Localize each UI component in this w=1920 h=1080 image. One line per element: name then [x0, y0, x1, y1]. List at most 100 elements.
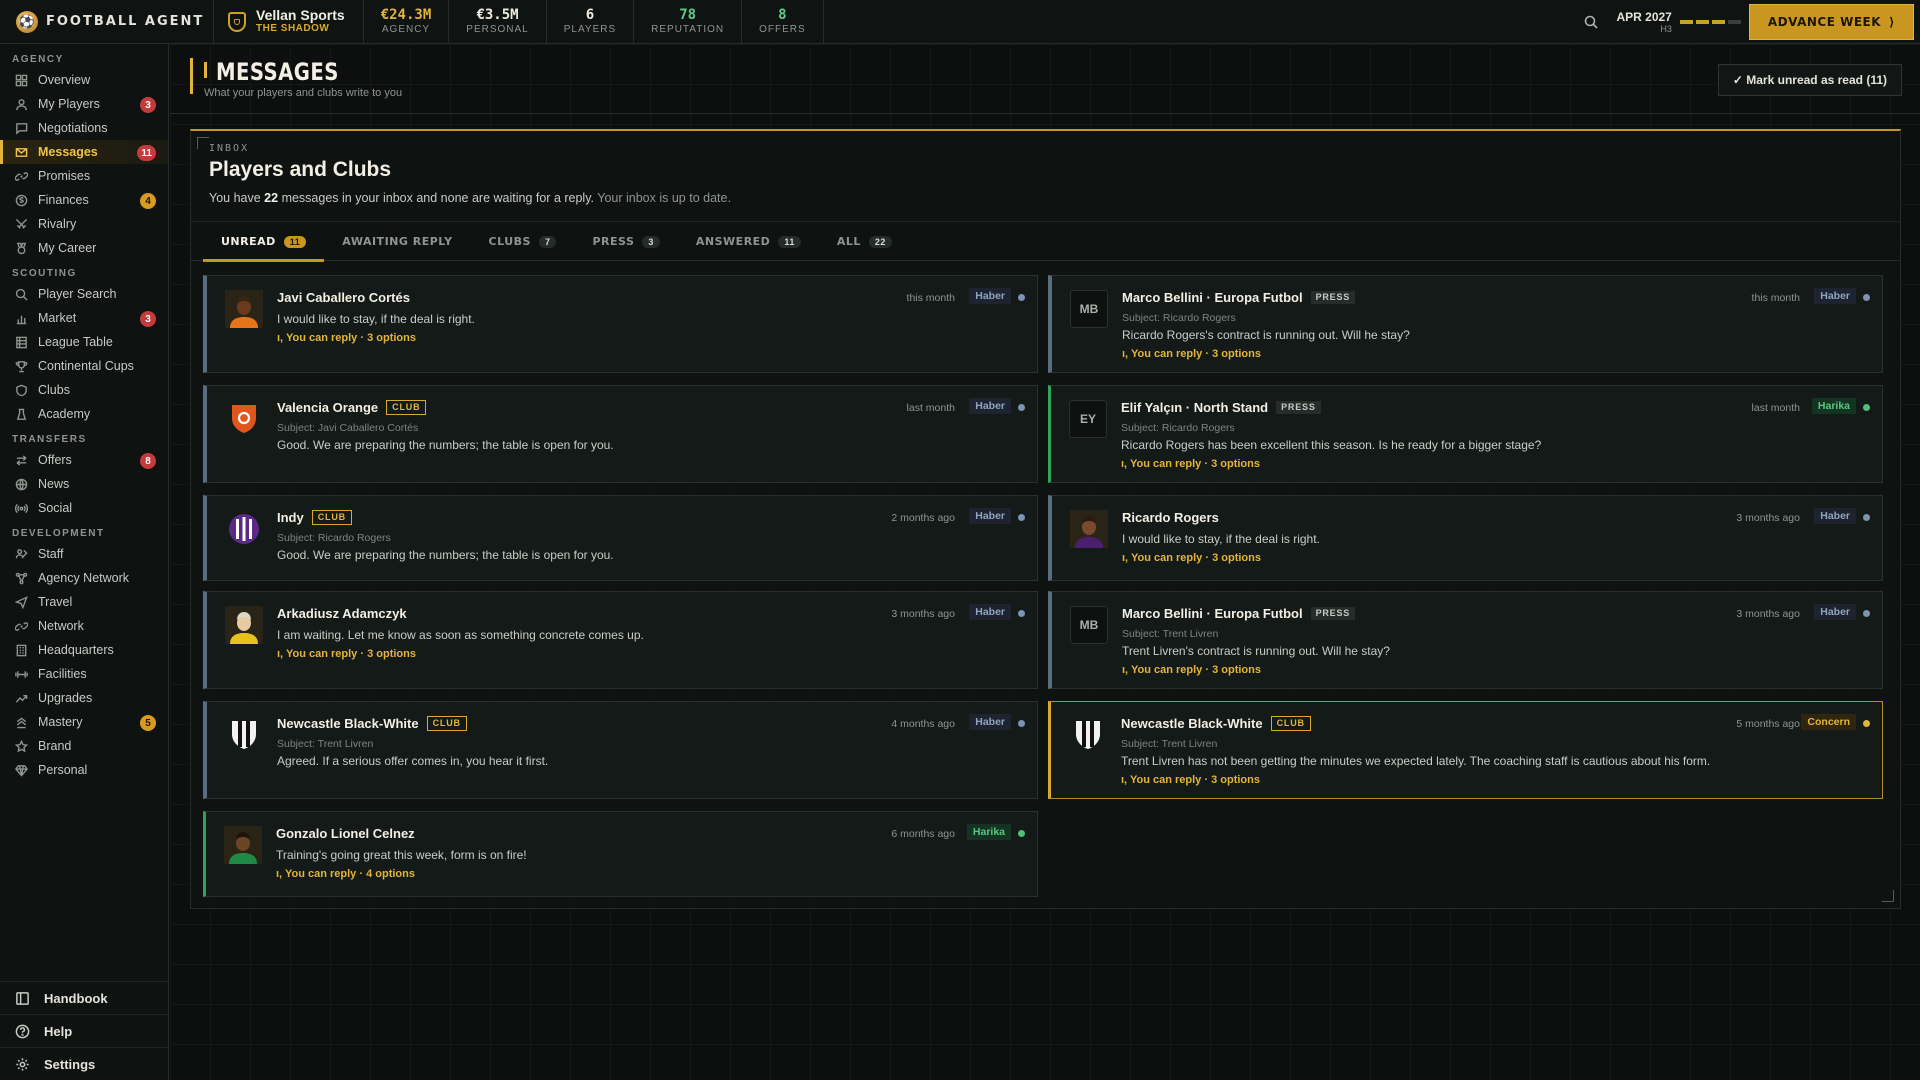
- sidebar-item-label: Negotiations: [38, 121, 108, 135]
- sidebar-item-academy[interactable]: Academy: [0, 402, 168, 426]
- sender-label: Newcastle Black-White: [277, 716, 419, 731]
- message-card[interactable]: Indy CLUB Subject: Ricardo Rogers Good. We …: [203, 495, 1038, 581]
- header-accent: [204, 62, 207, 78]
- message-card[interactable]: Newcastle Black-White CLUB Subject: Trent …: [1048, 701, 1883, 799]
- unread-dot-icon: [1018, 720, 1025, 727]
- sidebar-item-personal[interactable]: Personal: [0, 758, 168, 782]
- club-crest-icon: [225, 510, 263, 548]
- sidebar-item-offers[interactable]: Offers 8: [0, 448, 168, 472]
- message-card[interactable]: Valencia Orange CLUB Subject: Javi Caballe…: [203, 385, 1038, 483]
- tab-answered[interactable]: ANSWERED 11: [678, 222, 819, 261]
- sidebar-item-upgrades[interactable]: Upgrades: [0, 686, 168, 710]
- reply-marker: ı,: [276, 868, 285, 880]
- brand[interactable]: ⚽ FOOTBALL AGENT: [0, 0, 214, 44]
- message-time: last month: [906, 402, 955, 414]
- sidebar-item-social[interactable]: Social: [0, 496, 168, 520]
- agency-badge[interactable]: Vellan Sports THE SHADOW: [214, 0, 364, 44]
- sidebar-item-overview[interactable]: Overview: [0, 68, 168, 92]
- sidebar-item-player-search[interactable]: Player Search: [0, 282, 168, 306]
- link-icon: [14, 169, 28, 183]
- sidebar-item-news[interactable]: News: [0, 472, 168, 496]
- sidebar-item-market[interactable]: Market 3: [0, 306, 168, 330]
- sidebar-section-title: TRANSFERS: [12, 434, 87, 445]
- sidebar-item-brand[interactable]: Brand: [0, 734, 168, 758]
- sidebar-item-messages[interactable]: Messages 11: [0, 140, 168, 164]
- sidebar-item-network[interactable]: Network: [0, 614, 168, 638]
- tab-awaiting-reply[interactable]: AWAITING REPLY: [324, 222, 470, 261]
- sidebar-item-agency-network[interactable]: Agency Network: [0, 566, 168, 590]
- sender-name: Ricardo Rogers: [1122, 510, 1219, 525]
- reply-marker: ı,: [1122, 552, 1131, 564]
- sidebar-item-negotiations[interactable]: Negotiations: [0, 116, 168, 140]
- reply-options-link[interactable]: ı, You can reply · 3 options: [277, 648, 416, 660]
- stat-value: €24.3M: [380, 7, 432, 23]
- sidebar-item-staff[interactable]: Staff: [0, 542, 168, 566]
- sidebar-item-my-career[interactable]: My Career: [0, 236, 168, 260]
- help-button[interactable]: Help: [0, 1014, 168, 1047]
- sidebar-item-headquarters[interactable]: Headquarters: [0, 638, 168, 662]
- sidebar-item-clubs[interactable]: Clubs: [0, 378, 168, 402]
- avatar: MB: [1070, 606, 1108, 644]
- sidebar-item-label: Agency Network: [38, 571, 130, 585]
- tab-unread[interactable]: UNREAD 11: [203, 222, 325, 262]
- avatar: EY: [1069, 400, 1107, 438]
- message-text: I am waiting. Let me know as soon as som…: [277, 628, 644, 642]
- sidebar-item-label: Academy: [38, 407, 91, 421]
- reply-options-link[interactable]: ı, You can reply · 3 options: [277, 332, 416, 344]
- sender-label: Arkadiusz Adamczyk: [277, 606, 407, 621]
- advance-week-button[interactable]: ADVANCE WEEK ⟩: [1748, 4, 1914, 40]
- message-card[interactable]: Arkadiusz Adamczyk I am waiting. Let me k…: [203, 591, 1038, 689]
- sender-type-tag: PRESS: [1276, 401, 1321, 414]
- reply-options-link[interactable]: ı, You can reply · 3 options: [1122, 348, 1261, 360]
- coin-icon: [14, 193, 28, 207]
- sidebar-item-my-players[interactable]: My Players 3: [0, 92, 168, 116]
- sender-label: Javi Caballero Cortés: [277, 290, 410, 305]
- tab-count: 11: [778, 235, 801, 248]
- message-card[interactable]: Newcastle Black-White CLUB Subject: Trent …: [203, 701, 1038, 799]
- sidebar-nav: AGENCY Overview My Players 3 Negotiations Mes…: [0, 44, 168, 782]
- message-subject: Subject: Trent Livren: [277, 738, 374, 750]
- search-icon[interactable]: [1576, 7, 1606, 37]
- reply-label: You can reply · 3 options: [285, 648, 416, 660]
- sidebar-item-rivalry[interactable]: Rivalry: [0, 212, 168, 236]
- week-progress-segment: [1679, 20, 1693, 24]
- message-card[interactable]: Ricardo Rogers I would like to stay, if t…: [1048, 495, 1883, 581]
- reply-options-link[interactable]: ı, You can reply · 3 options: [1122, 552, 1261, 564]
- message-card[interactable]: MB Marco Bellini · Europa Futbol PRESS Subj…: [1048, 275, 1883, 373]
- message-time: 3 months ago: [1736, 608, 1800, 620]
- sidebar-item-league-table[interactable]: League Table: [0, 330, 168, 354]
- message-time: this month: [906, 292, 955, 304]
- message-card[interactable]: Javi Caballero Cortés I would like to sta…: [203, 275, 1038, 373]
- sidebar-item-facilities[interactable]: Facilities: [0, 662, 168, 686]
- sidebar-item-promises[interactable]: Promises: [0, 164, 168, 188]
- settings-button[interactable]: Settings: [0, 1047, 168, 1080]
- sidebar-item-mastery[interactable]: Mastery 5: [0, 710, 168, 734]
- sidebar-item-finances[interactable]: Finances 4: [0, 188, 168, 212]
- message-card[interactable]: Gonzalo Lionel Celnez Training's going gr…: [203, 811, 1038, 897]
- message-text: I would like to stay, if the deal is rig…: [1122, 532, 1320, 546]
- header-accent: [190, 58, 193, 94]
- reply-options-link[interactable]: ı, You can reply · 3 options: [1122, 664, 1261, 676]
- tab-press[interactable]: PRESS 3: [574, 222, 677, 261]
- reply-options-link[interactable]: ı, You can reply · 3 options: [1121, 774, 1260, 786]
- swords-icon: [14, 217, 28, 231]
- week-progress-segment: [1695, 20, 1709, 24]
- handbook-button[interactable]: Handbook: [0, 981, 168, 1014]
- help-icon: [14, 1023, 30, 1039]
- message-time: 6 months ago: [891, 828, 955, 840]
- tab-clubs[interactable]: CLUBS 7: [471, 222, 575, 261]
- sidebar-item-travel[interactable]: Travel: [0, 590, 168, 614]
- mark-unread-as-read-button[interactable]: ✓ Mark unread as read (11): [1717, 64, 1902, 96]
- reply-options-link[interactable]: ı, You can reply · 4 options: [276, 868, 415, 880]
- message-card[interactable]: MB Marco Bellini · Europa Futbol PRESS Subj…: [1048, 591, 1883, 689]
- message-card[interactable]: EY Elif Yalçın · North Stand PRESS Subject:…: [1048, 385, 1883, 483]
- count-badge: 8: [140, 453, 156, 469]
- corner-decoration: [197, 137, 209, 149]
- tab-all[interactable]: ALL 22: [819, 222, 910, 261]
- date-label: APR 2027: [1616, 9, 1672, 24]
- reply-options-link[interactable]: ı, You can reply · 3 options: [1121, 458, 1260, 470]
- radio-icon: [14, 501, 28, 515]
- reply-label: You can reply · 3 options: [1130, 664, 1261, 676]
- sidebar-item-continental-cups[interactable]: Continental Cups: [0, 354, 168, 378]
- sidebar-item-label: Personal: [38, 763, 88, 777]
